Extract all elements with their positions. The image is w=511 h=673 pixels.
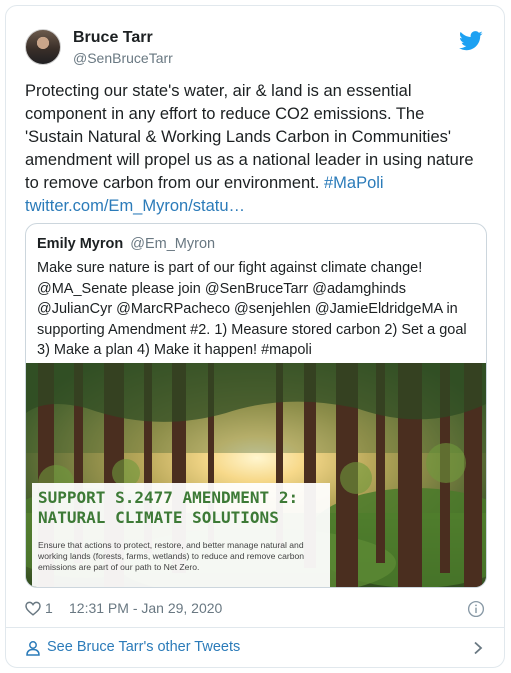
- image-banner: SUPPORT S.2477 AMENDMENT 2: NATURAL CLIM…: [32, 483, 330, 587]
- tweet-text: Protecting our state's water, air & land…: [25, 80, 487, 218]
- hashtag-link[interactable]: #MaPoli: [324, 174, 384, 192]
- person-icon: [26, 641, 40, 656]
- quoted-author-handle: @Em_Myron: [130, 236, 216, 252]
- twitter-bird-icon[interactable]: [459, 31, 483, 51]
- author-display-name[interactable]: Bruce Tarr: [73, 28, 173, 48]
- chevron-right-icon[interactable]: [473, 641, 483, 655]
- divider: [6, 627, 504, 628]
- author-names[interactable]: Bruce Tarr @SenBruceTarr: [73, 28, 173, 67]
- tweet-meta: 1 12:31 PM - Jan 29, 2020: [25, 598, 485, 620]
- quoted-tweet-header: Emily Myron @Em_Myron: [37, 235, 215, 253]
- quoted-tweet-url[interactable]: twitter.com/Em_Myron/statu…: [25, 197, 245, 215]
- quoted-tweet[interactable]: Emily Myron @Em_Myron Make sure nature i…: [25, 223, 487, 588]
- heart-icon[interactable]: [25, 601, 41, 616]
- image-banner-title: SUPPORT S.2477 AMENDMENT 2: NATURAL CLIM…: [38, 488, 299, 527]
- other-tweets-label[interactable]: See Bruce Tarr's other Tweets: [47, 639, 240, 655]
- image-banner-subtitle: Ensure that actions to protect, restore,…: [38, 540, 305, 572]
- tweet-body: Protecting our state's water, air & land…: [25, 82, 474, 192]
- author-handle[interactable]: @SenBruceTarr: [73, 49, 173, 67]
- other-tweets-link[interactable]: See Bruce Tarr's other Tweets: [25, 637, 485, 659]
- tweet-header: Bruce Tarr @SenBruceTarr: [25, 25, 485, 69]
- quoted-tweet-text: Make sure nature is part of our fight ag…: [37, 260, 467, 359]
- tweet-timestamp[interactable]: 12:31 PM - Jan 29, 2020: [69, 600, 222, 616]
- info-icon[interactable]: [467, 600, 485, 618]
- avatar[interactable]: [25, 29, 61, 65]
- embedded-tweet-card: Bruce Tarr @SenBruceTarr Protecting our …: [5, 5, 505, 668]
- like-count[interactable]: 1: [45, 600, 53, 616]
- quoted-author-name: Emily Myron: [37, 236, 124, 252]
